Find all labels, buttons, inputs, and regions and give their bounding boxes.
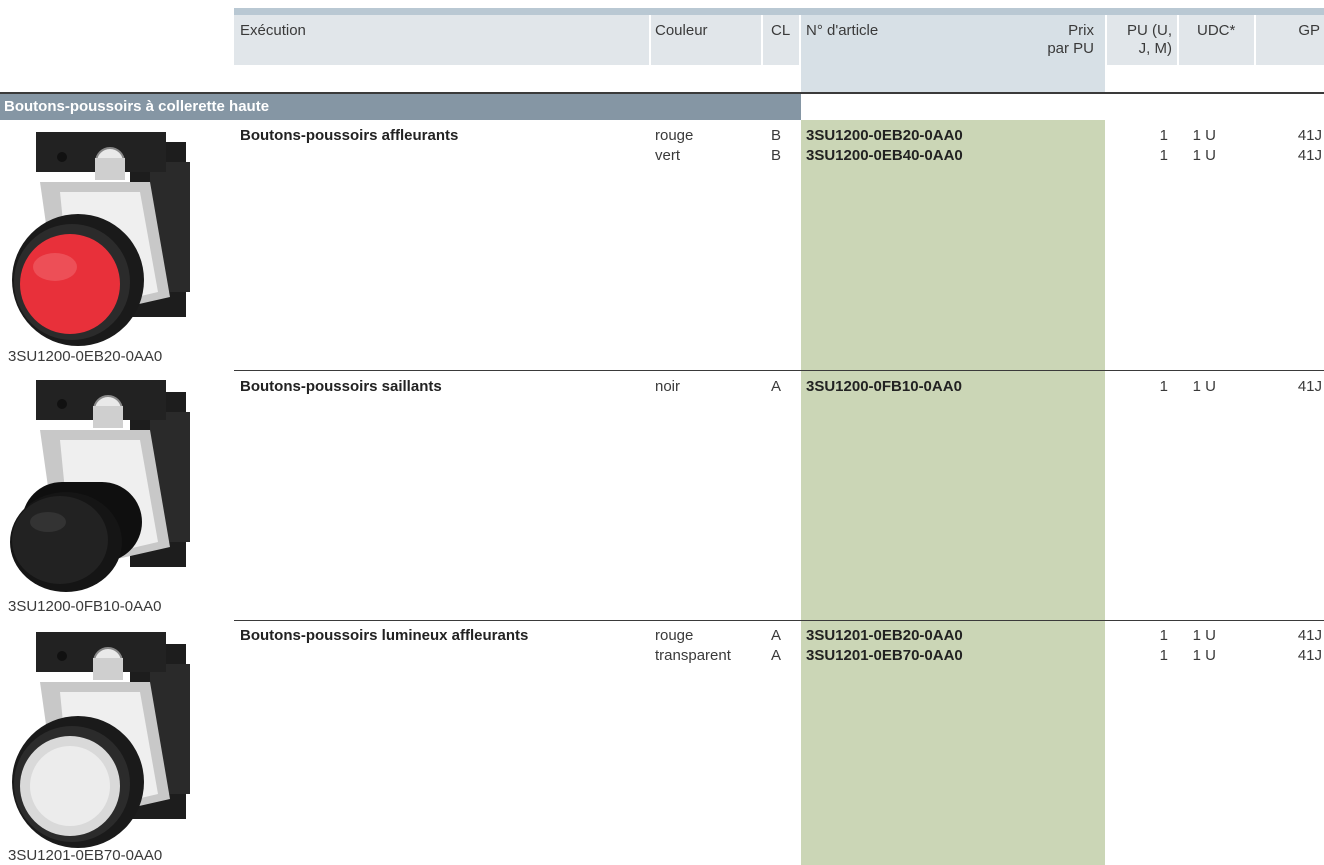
row-article: 3SU1201-0EB70-0AA0 <box>806 647 963 664</box>
row-divider <box>234 620 1324 621</box>
product-image-red-pushbutton <box>12 132 190 346</box>
header-udc: UDC* <box>1197 22 1236 39</box>
row-color: rouge <box>655 627 694 644</box>
row-article: 3SU1200-0FB10-0AA0 <box>806 378 962 395</box>
product-image-transparent-illuminated-pushbutton <box>12 632 190 848</box>
article-column-highlight <box>801 120 1105 865</box>
row-color: transparent <box>655 647 731 664</box>
row-gp: 41J <box>1297 147 1322 164</box>
row-cl: B <box>771 147 782 164</box>
header-article: N° d'article <box>806 22 879 39</box>
header-top-bar <box>234 8 1324 15</box>
row-udc: 1 U <box>1192 147 1216 164</box>
row-cl: B <box>771 127 782 144</box>
group-title-2: Boutons-poussoirs saillants <box>240 378 442 395</box>
section-title: Boutons-poussoirs à collerette haute <box>4 98 270 115</box>
row-gp: 41J <box>1297 627 1322 644</box>
row-gp: 41J <box>1297 378 1322 395</box>
header-execution: Exécution <box>240 22 306 39</box>
row-pu: 1 <box>1159 147 1168 164</box>
header-price: Prix par PU <box>1047 22 1094 57</box>
row-udc: 1 U <box>1192 647 1216 664</box>
row-cl: A <box>771 647 782 664</box>
row-color: rouge <box>655 127 694 144</box>
product-image-black-pushbutton <box>10 380 190 592</box>
product-caption-2: 3SU1200-0FB10-0AA0 <box>8 598 162 615</box>
row-cl: A <box>771 378 782 395</box>
group-title-1: Boutons-poussoirs affleurants <box>240 127 459 144</box>
row-gp: 41J <box>1297 647 1322 664</box>
row-pu: 1 <box>1159 127 1168 144</box>
product-caption-3: 3SU1201-0EB70-0AA0 <box>8 847 163 864</box>
product-caption-1: 3SU1200-0EB20-0AA0 <box>8 348 163 365</box>
row-udc: 1 U <box>1192 378 1216 395</box>
row-article: 3SU1200-0EB40-0AA0 <box>806 147 963 164</box>
row-udc: 1 U <box>1192 127 1216 144</box>
row-article: 3SU1201-0EB20-0AA0 <box>806 627 963 644</box>
group-title-3: Boutons-poussoirs lumineux affleurants <box>240 627 529 644</box>
header-color: Couleur <box>655 22 708 39</box>
row-pu: 1 <box>1159 647 1168 664</box>
row-udc: 1 U <box>1192 627 1216 644</box>
row-article: 3SU1200-0EB20-0AA0 <box>806 127 963 144</box>
row-color: vert <box>655 147 681 164</box>
row-color: noir <box>655 378 681 395</box>
header-pu: PU (U, J, M) <box>1127 22 1172 57</box>
row-pu: 1 <box>1159 627 1168 644</box>
row-pu: 1 <box>1159 378 1168 395</box>
row-cl: A <box>771 627 782 644</box>
header-gp: GP <box>1298 22 1320 39</box>
row-gp: 41J <box>1297 127 1322 144</box>
header-cl: CL <box>771 22 791 39</box>
row-divider <box>234 370 1324 371</box>
